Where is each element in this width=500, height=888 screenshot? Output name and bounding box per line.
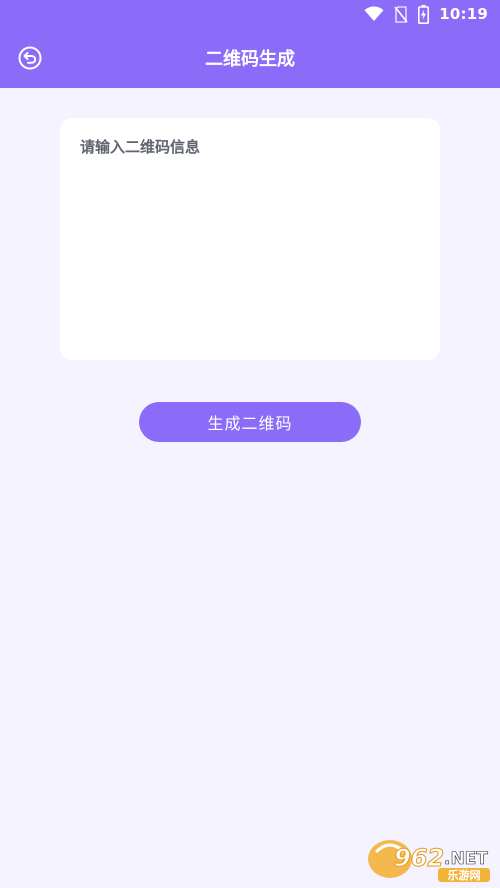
- svg-text:乐游网: 乐游网: [448, 868, 481, 882]
- qr-content-card: [60, 118, 440, 360]
- status-bar: 10:19: [364, 4, 488, 24]
- wifi-icon: [364, 6, 384, 22]
- no-sim-icon: [394, 5, 408, 23]
- app-header: 10:19 二维码生成: [0, 0, 500, 88]
- svg-text:.NET: .NET: [444, 849, 488, 869]
- generate-qr-button[interactable]: 生成二维码: [139, 402, 361, 442]
- status-time: 10:19: [439, 5, 488, 23]
- battery-charging-icon: [418, 4, 430, 24]
- page-title: 二维码生成: [205, 49, 295, 70]
- svg-text:962: 962: [394, 844, 444, 872]
- qr-content-input[interactable]: [60, 118, 440, 360]
- site-watermark-logo: 962 .NET 乐游网: [364, 834, 494, 884]
